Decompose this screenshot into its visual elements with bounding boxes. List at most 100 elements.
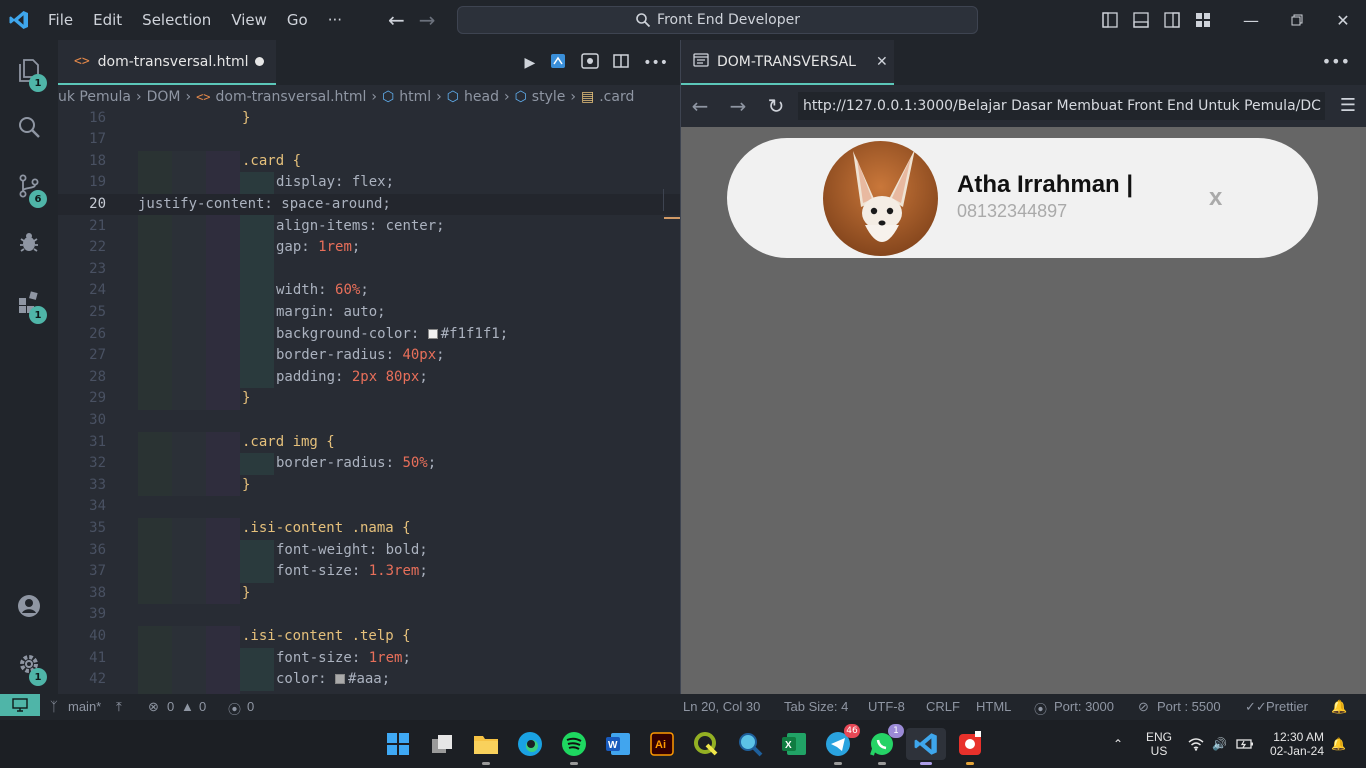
forward-arrow-icon[interactable]: → bbox=[419, 8, 436, 32]
close-window-button[interactable]: ✕ bbox=[1320, 0, 1366, 40]
language-mode[interactable]: HTML bbox=[976, 699, 1011, 714]
more-actions-icon[interactable]: ••• bbox=[1322, 52, 1350, 71]
code-line[interactable]: font-weight: bold; bbox=[276, 540, 428, 562]
code-line[interactable]: padding: 2px 80px; bbox=[276, 367, 428, 389]
toggle-secondary-sidebar-icon[interactable] bbox=[1156, 0, 1187, 40]
edge-browser-icon[interactable] bbox=[514, 728, 546, 760]
search-app-icon[interactable] bbox=[734, 728, 766, 760]
error-count[interactable]: 0 bbox=[167, 699, 174, 714]
breadcrumb-folder[interactable]: uk Pemula bbox=[58, 89, 131, 105]
branch-name[interactable]: main* bbox=[68, 699, 101, 714]
menu-file[interactable]: File bbox=[38, 0, 83, 40]
close-tab-icon[interactable]: ✕ bbox=[876, 54, 888, 70]
search-icon[interactable] bbox=[0, 103, 58, 151]
reload-icon[interactable]: ↻ bbox=[757, 94, 795, 118]
code-line[interactable]: justify-content: space-around; bbox=[138, 194, 391, 216]
card-close-button[interactable]: x bbox=[1209, 184, 1222, 212]
code-line[interactable]: .isi-content .nama { bbox=[242, 518, 411, 540]
explorer-icon[interactable]: 1 bbox=[0, 46, 58, 94]
task-view-icon[interactable] bbox=[426, 728, 458, 760]
battery-icon[interactable] bbox=[1236, 720, 1254, 768]
source-control-icon[interactable]: 6 bbox=[0, 162, 58, 210]
tray-overflow-icon[interactable]: ⌃ bbox=[1113, 720, 1123, 768]
unsaved-dot-icon[interactable] bbox=[255, 57, 264, 66]
code-line[interactable]: font-size: 1.3rem; bbox=[276, 561, 428, 583]
code-line[interactable]: display: flex; bbox=[276, 172, 394, 194]
code-line[interactable]: } bbox=[242, 583, 250, 605]
back-arrow-icon[interactable]: ← bbox=[388, 8, 405, 32]
clock-time[interactable]: 12:30 AM bbox=[1273, 730, 1324, 744]
tab-dom-transversal-preview[interactable]: DOM-TRANSVERSAL ✕ bbox=[681, 40, 894, 85]
code-editor[interactable]: 16} 17 18 .card {19 display: flex; 20 justify-… bbox=[58, 109, 680, 694]
windows-start-icon[interactable] bbox=[382, 728, 414, 760]
line-ending[interactable]: CRLF bbox=[926, 699, 960, 714]
whatsapp-icon[interactable]: 1 bbox=[866, 724, 904, 765]
url-input[interactable]: http://127.0.0.1:3000/Belajar Dasar Memb… bbox=[798, 92, 1325, 120]
vscode-taskbar-icon[interactable] bbox=[906, 728, 946, 765]
code-line[interactable]: } bbox=[242, 475, 250, 497]
code-line[interactable]: .card { bbox=[242, 151, 301, 173]
code-line[interactable]: align-items: center; bbox=[276, 216, 445, 238]
browser-forward-icon[interactable]: → bbox=[719, 94, 757, 118]
code-line[interactable]: .isi-content .telp { bbox=[242, 626, 411, 648]
toggle-primary-sidebar-icon[interactable] bbox=[1094, 0, 1125, 40]
notifications-bell-icon[interactable]: 🔔 bbox=[1331, 699, 1347, 715]
go-live-icon[interactable] bbox=[549, 52, 567, 74]
menu-selection[interactable]: Selection bbox=[132, 0, 221, 40]
ports-count[interactable]: 0 bbox=[247, 699, 254, 714]
code-line[interactable]: border-radius: 50%; bbox=[276, 453, 436, 475]
preview-icon[interactable] bbox=[581, 52, 599, 73]
code-line[interactable]: .card img { bbox=[242, 432, 335, 454]
remote-indicator-icon[interactable] bbox=[0, 694, 40, 716]
code-line[interactable]: } bbox=[242, 388, 250, 410]
clock-date[interactable]: 02-Jan-24 bbox=[1270, 744, 1324, 758]
code-line[interactable]: border-radius: 40px; bbox=[276, 345, 445, 367]
prettier-status[interactable]: Prettier bbox=[1266, 699, 1308, 714]
breadcrumb-html[interactable]: html bbox=[399, 89, 431, 105]
wifi-icon[interactable] bbox=[1188, 720, 1204, 768]
browser-menu-icon[interactable]: ☰ bbox=[1340, 95, 1356, 116]
more-actions-icon[interactable]: ••• bbox=[643, 55, 668, 71]
breadcrumb-file[interactable]: dom-transversal.html bbox=[216, 89, 367, 105]
restore-button[interactable] bbox=[1274, 0, 1320, 40]
run-icon[interactable]: ▶ bbox=[524, 55, 535, 71]
command-center-search[interactable]: Front End Developer bbox=[457, 6, 978, 34]
volume-icon[interactable]: 🔊 bbox=[1212, 720, 1227, 768]
code-line[interactable]: margin: auto; bbox=[276, 302, 386, 324]
run-debug-icon[interactable] bbox=[0, 218, 58, 266]
excel-icon[interactable]: X bbox=[778, 728, 810, 760]
breadcrumb-head[interactable]: head bbox=[464, 89, 499, 105]
encoding[interactable]: UTF-8 bbox=[868, 699, 905, 714]
keyboard-language[interactable]: ENG bbox=[1146, 730, 1172, 744]
code-line[interactable]: gap: 1rem; bbox=[276, 237, 360, 259]
media-app-icon[interactable] bbox=[954, 728, 986, 765]
toggle-panel-icon[interactable] bbox=[1125, 0, 1156, 40]
qgis-icon[interactable] bbox=[690, 728, 722, 760]
extensions-icon[interactable]: 1 bbox=[0, 278, 58, 326]
browser-back-icon[interactable]: ← bbox=[681, 94, 719, 118]
code-line[interactable]: color: #aaa; bbox=[276, 669, 390, 691]
manage-gear-icon[interactable]: 1 bbox=[0, 640, 58, 688]
word-icon[interactable]: W bbox=[602, 728, 634, 760]
breadcrumb-style[interactable]: style bbox=[532, 89, 566, 105]
cursor-position[interactable]: Ln 20, Col 30 bbox=[683, 699, 760, 714]
spotify-icon[interactable] bbox=[558, 728, 590, 765]
code-line[interactable]: background-color: #f1f1f1; bbox=[276, 324, 508, 346]
code-line[interactable]: } bbox=[242, 109, 250, 129]
minimize-button[interactable]: — bbox=[1228, 0, 1274, 40]
menu-edit[interactable]: Edit bbox=[83, 0, 132, 40]
port-5500[interactable]: Port : 5500 bbox=[1157, 699, 1221, 714]
breadcrumb-dom[interactable]: DOM bbox=[147, 89, 181, 105]
split-editor-icon[interactable] bbox=[613, 53, 629, 73]
menu-go[interactable]: Go bbox=[277, 0, 318, 40]
tab-size[interactable]: Tab Size: 4 bbox=[784, 699, 848, 714]
telegram-icon[interactable]: 46 bbox=[822, 724, 860, 765]
code-line[interactable]: width: 60%; bbox=[276, 280, 369, 302]
menu-view[interactable]: View bbox=[221, 0, 277, 40]
tab-dom-transversal[interactable]: <> dom-transversal.html bbox=[58, 40, 276, 85]
file-explorer-icon[interactable] bbox=[470, 728, 502, 765]
port-3000[interactable]: Port: 3000 bbox=[1054, 699, 1114, 714]
breadcrumb-card[interactable]: .card bbox=[599, 89, 634, 105]
keyboard-region[interactable]: US bbox=[1151, 744, 1168, 758]
warning-count[interactable]: 0 bbox=[199, 699, 206, 714]
